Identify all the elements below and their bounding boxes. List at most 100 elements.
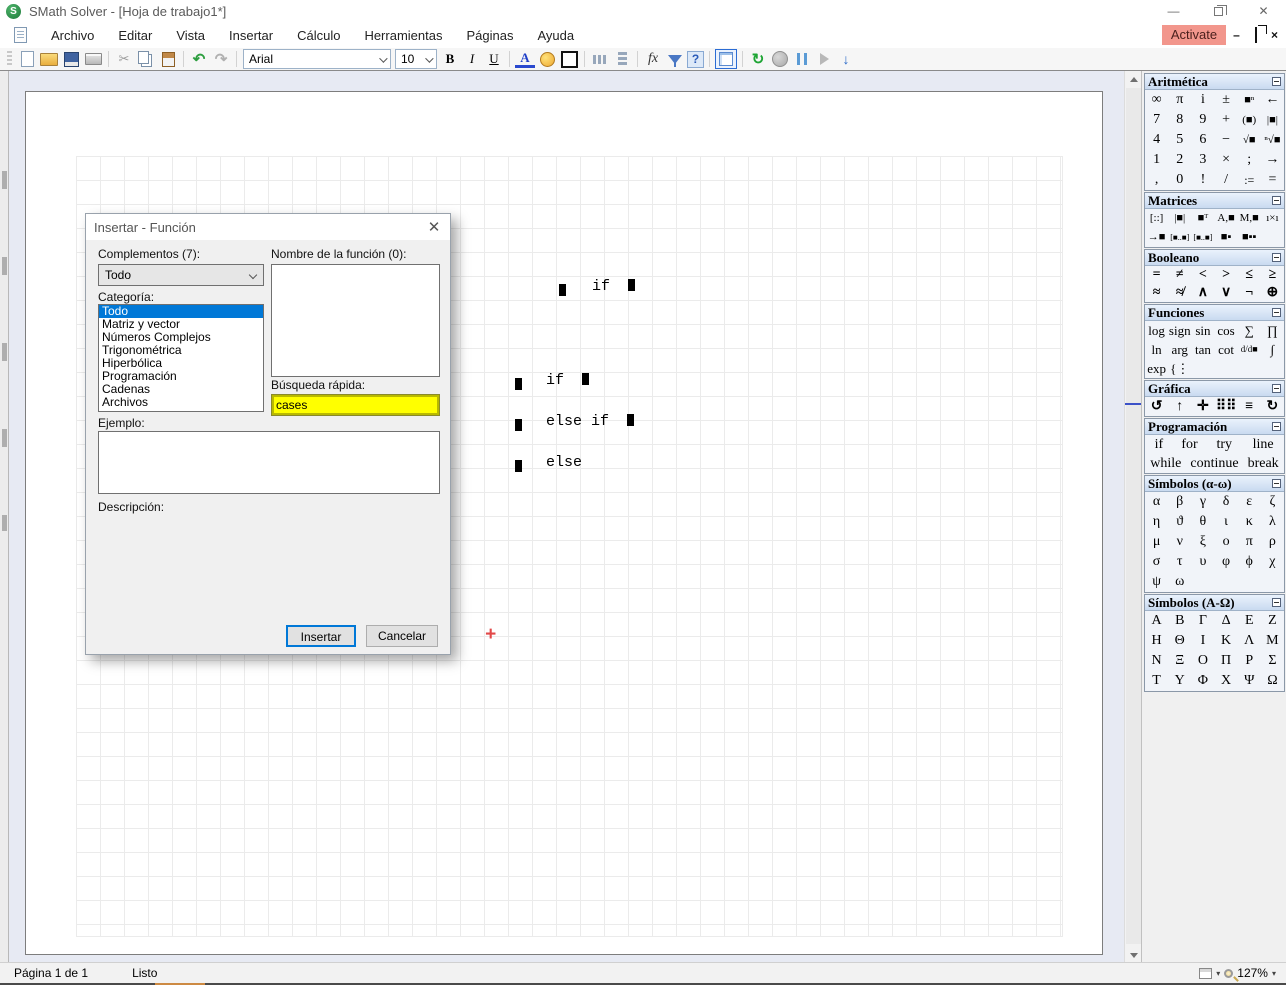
cap-delta[interactable]: Δ — [1214, 611, 1237, 631]
addons-select[interactable]: Todo — [98, 264, 264, 286]
insert-button[interactable]: Insertar — [286, 625, 356, 647]
pi-lower[interactable]: π — [1238, 532, 1261, 552]
side-splitter[interactable] — [0, 71, 9, 963]
pi-icon[interactable]: π — [1168, 90, 1191, 110]
menu-insertar[interactable]: Insertar — [217, 24, 285, 47]
iota[interactable]: ι — [1214, 512, 1237, 532]
upsilon[interactable]: υ — [1191, 552, 1214, 572]
greater-equal-icon[interactable]: ≥ — [1261, 266, 1284, 284]
not-equal-icon[interactable]: ≠ — [1168, 266, 1191, 284]
transpose-icon[interactable]: ■ᵀ — [1191, 209, 1214, 228]
eta[interactable]: η — [1145, 512, 1168, 532]
break-operator[interactable]: break — [1242, 454, 1284, 473]
page-layout-icon[interactable] — [1199, 968, 1212, 979]
matrix-element-2d-icon[interactable]: ■▪▪ — [1238, 228, 1261, 247]
collapse-icon[interactable] — [1272, 598, 1281, 607]
collapse-icon[interactable] — [1272, 196, 1281, 205]
if-expression-small[interactable]: if — [538, 261, 635, 312]
psi[interactable]: ψ — [1145, 572, 1168, 592]
delta[interactable]: δ — [1214, 492, 1237, 512]
menu-paginas[interactable]: Páginas — [454, 24, 525, 47]
arg-function[interactable]: arg — [1168, 340, 1191, 359]
integral-icon[interactable]: ∫ — [1261, 340, 1284, 359]
cap-nu[interactable]: Ν — [1145, 651, 1168, 671]
semicolon-icon[interactable]: ; — [1238, 150, 1261, 170]
else-branch-body[interactable] — [515, 459, 522, 476]
cap-psi[interactable]: Ψ — [1238, 671, 1261, 691]
zoom-level[interactable]: 127% — [1237, 966, 1268, 980]
cap-pi[interactable]: Π — [1214, 651, 1237, 671]
cap-mu[interactable]: Μ — [1261, 631, 1284, 651]
digit-3[interactable]: 3 — [1191, 150, 1214, 170]
cancel-button[interactable]: Cancelar — [366, 625, 438, 647]
placeholder-icon[interactable] — [515, 378, 522, 390]
scroll-up-button[interactable] — [1125, 71, 1142, 87]
factorial-icon[interactable]: ! — [1191, 170, 1214, 190]
multiply-icon[interactable]: × — [1214, 150, 1237, 170]
cap-zeta[interactable]: Ζ — [1261, 611, 1284, 631]
placeholder-icon[interactable] — [559, 284, 566, 296]
derivative-icon[interactable]: d/d■ — [1238, 340, 1261, 359]
cap-beta[interactable]: Β — [1168, 611, 1191, 631]
and-icon[interactable]: ∧ — [1191, 284, 1214, 302]
digit-0[interactable]: 0 — [1168, 170, 1191, 190]
print-button[interactable] — [83, 49, 103, 69]
cap-gamma[interactable]: Γ — [1191, 611, 1214, 631]
summation-icon[interactable]: ∑ — [1238, 321, 1261, 340]
restore-button[interactable] — [1196, 0, 1241, 22]
background-color-button[interactable] — [537, 49, 557, 69]
digit-5[interactable]: 5 — [1168, 130, 1191, 150]
less-icon[interactable]: < — [1191, 266, 1214, 284]
cap-iota[interactable]: Ι — [1191, 631, 1214, 651]
debug-button[interactable]: ↓ — [836, 49, 856, 69]
chevron-down-icon[interactable]: ▾ — [1216, 969, 1220, 978]
continue-operator[interactable]: continue — [1187, 454, 1243, 473]
cases-icon[interactable]: {⋮ — [1168, 359, 1191, 378]
tan-function[interactable]: tan — [1191, 340, 1214, 359]
digit-4[interactable]: 4 — [1145, 130, 1168, 150]
activate-button[interactable]: Activate — [1162, 25, 1226, 45]
chevron-down-icon[interactable]: ▾ — [1272, 969, 1276, 978]
greater-icon[interactable]: > — [1214, 266, 1237, 284]
underline-button[interactable]: U — [484, 49, 504, 69]
rotate-icon[interactable]: ↺ — [1145, 397, 1168, 416]
alpha[interactable]: α — [1145, 492, 1168, 512]
cross-product-icon[interactable]: ı×ı — [1261, 209, 1284, 228]
collapse-icon[interactable] — [1272, 77, 1281, 86]
gamma[interactable]: γ — [1191, 492, 1214, 512]
while-operator[interactable]: while — [1145, 454, 1187, 473]
algebraic-complement-icon[interactable]: A,■ — [1214, 209, 1237, 228]
cap-omega[interactable]: Ω — [1261, 671, 1284, 691]
omicron[interactable]: ο — [1214, 532, 1237, 552]
cap-tau[interactable]: Τ — [1145, 671, 1168, 691]
imaginary-unit-icon[interactable]: i — [1191, 90, 1214, 110]
not-approx-icon[interactable]: ≉ — [1168, 284, 1191, 302]
digit-2[interactable]: 2 — [1168, 150, 1191, 170]
paste-button[interactable] — [158, 49, 178, 69]
copy-button[interactable] — [136, 49, 156, 69]
refresh-icon[interactable]: ↻ — [1261, 397, 1284, 416]
scroll-down-button[interactable] — [1125, 947, 1142, 963]
align-vertical-button[interactable] — [612, 49, 632, 69]
epsilon[interactable]: ε — [1238, 492, 1261, 512]
range-icon[interactable]: [■..■] — [1168, 228, 1191, 247]
dialog-close-button[interactable]: ✕ — [418, 214, 450, 240]
symbolic-eval-icon[interactable]: → — [1261, 150, 1284, 170]
move-icon[interactable]: ✛ — [1191, 397, 1214, 416]
tau[interactable]: τ — [1168, 552, 1191, 572]
insert-function-button[interactable]: fx — [643, 49, 663, 69]
rho[interactable]: ρ — [1261, 532, 1284, 552]
run-button[interactable] — [814, 49, 834, 69]
cap-omicron[interactable]: Ο — [1191, 651, 1214, 671]
digit-1[interactable]: 1 — [1145, 150, 1168, 170]
arrow-up-icon[interactable]: ↑ — [1168, 397, 1191, 416]
font-color-button[interactable]: A — [515, 51, 535, 68]
new-document-button[interactable] — [17, 49, 37, 69]
cap-upsilon[interactable]: Υ — [1168, 671, 1191, 691]
insert-unit-button[interactable]: ? — [687, 51, 704, 68]
product-icon[interactable]: ∏ — [1261, 321, 1284, 340]
mu[interactable]: μ — [1145, 532, 1168, 552]
close-button[interactable]: ✕ — [1241, 0, 1286, 22]
category-list[interactable]: TodoMatriz y vectorNúmeros ComplejosTrig… — [98, 304, 264, 412]
digit-8[interactable]: 8 — [1168, 110, 1191, 130]
